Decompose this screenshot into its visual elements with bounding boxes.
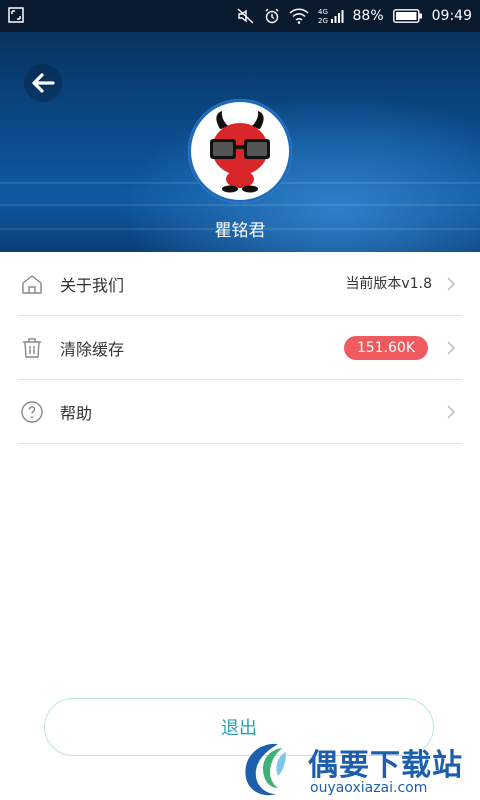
list-item-about[interactable]: 关于我们 当前版本v1.8 — [18, 252, 462, 316]
cache-size-badge: 151.60K — [343, 336, 428, 360]
back-arrow-icon — [32, 73, 55, 93]
devil-mascot-icon — [210, 111, 270, 193]
mute-icon — [237, 8, 253, 24]
chevron-right-icon — [447, 277, 456, 291]
wave-line — [0, 204, 480, 206]
clock: 09:49 — [431, 8, 472, 24]
status-bar: 4G 2G 88% 09:49 — [0, 0, 480, 32]
list-item-label: 关于我们 — [60, 276, 125, 295]
battery-icon — [392, 9, 422, 23]
alarm-icon — [265, 8, 279, 24]
svg-text:2G: 2G — [318, 17, 328, 25]
list-item-label: 帮助 — [60, 404, 93, 423]
battery-percent: 88% — [352, 8, 384, 24]
avatar[interactable] — [188, 99, 292, 203]
settings-list: 关于我们 当前版本v1.8 清除缓存 151.60K 帮助 — [0, 252, 480, 444]
help-icon — [21, 401, 43, 423]
back-button[interactable] — [24, 64, 62, 102]
chevron-right-icon — [447, 405, 456, 419]
list-item-label: 清除缓存 — [60, 340, 125, 359]
signal-icon: 4G 2G — [318, 8, 344, 25]
screenshot-icon — [8, 7, 24, 23]
profile-header: 瞿铭君 — [0, 32, 480, 252]
watermark: 偶要下载站 ouyaoxiazai.com — [238, 738, 480, 800]
watermark-title: 偶要下载站 — [308, 748, 463, 783]
username: 瞿铭君 — [214, 221, 266, 241]
trash-icon — [23, 338, 41, 358]
watermark-url: ouyaoxiazai.com — [310, 780, 428, 796]
list-item-help[interactable]: 帮助 — [18, 380, 462, 444]
version-text: 当前版本v1.8 — [345, 276, 432, 292]
wifi-icon — [288, 8, 309, 24]
watermark-logo-icon — [245, 743, 286, 796]
svg-text:4G: 4G — [318, 8, 328, 16]
home-icon — [22, 275, 42, 294]
list-item-clear-cache[interactable]: 清除缓存 151.60K — [18, 316, 462, 380]
chevron-right-icon — [447, 341, 456, 355]
